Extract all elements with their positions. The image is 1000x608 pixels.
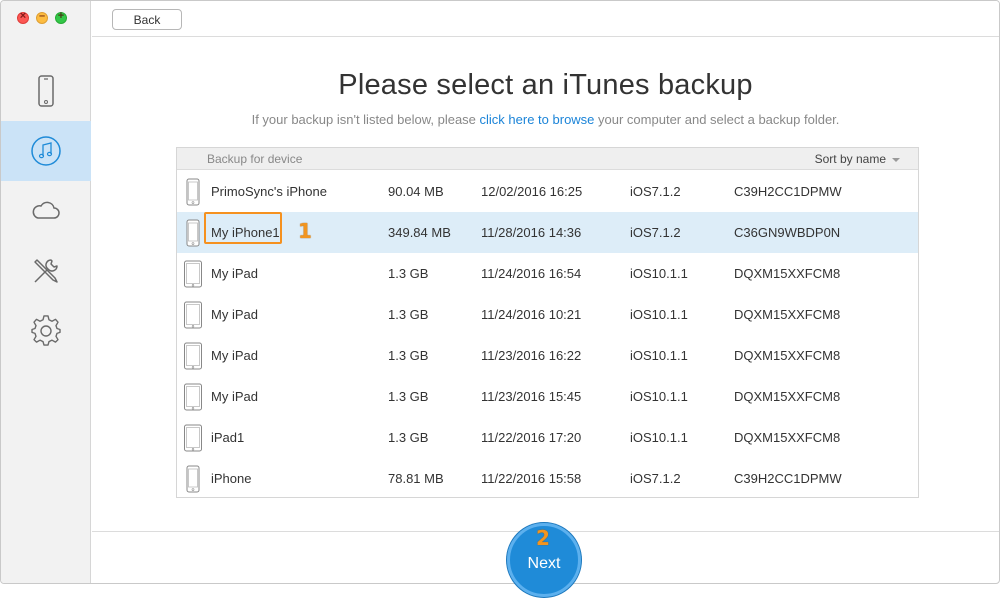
- back-button[interactable]: Back: [112, 9, 182, 30]
- sidebar-item-settings[interactable]: [1, 301, 91, 361]
- backup-date: 11/23/2016 16:22: [481, 348, 582, 363]
- iphone-icon: [186, 178, 200, 206]
- table-row[interactable]: PrimoSync's iPhone 90.04 MB 12/02/2016 16:…: [177, 171, 918, 212]
- device-name: My iPad: [211, 307, 258, 322]
- device-id: C36GN9WBDP0N: [734, 225, 841, 240]
- backup-size: 1.3 GB: [388, 389, 429, 404]
- close-window-button[interactable]: [17, 10, 29, 24]
- sidebar-item-itunes[interactable]: [1, 121, 91, 181]
- backup-date: 11/28/2016 14:36: [481, 225, 582, 240]
- sort-label: Sort by name: [814, 152, 886, 166]
- table-row[interactable]: iPad1 1.3 GB 11/22/2016 17:20 iOS10.1.1 DQXM…: [177, 417, 918, 458]
- backup-size: 349.84 MB: [388, 225, 451, 240]
- table-row[interactable]: My iPhone1 349.84 MB 11/28/2016 14:36 iOS7.…: [177, 212, 918, 253]
- sort-dropdown[interactable]: Sort by name: [815, 152, 900, 166]
- annotation-highlight-box: [204, 212, 282, 244]
- caret-down-icon: [892, 157, 900, 162]
- device-name: My iPad: [211, 389, 258, 404]
- backup-date: 11/23/2016 15:45: [481, 389, 582, 404]
- sidebar-item-tools[interactable]: [1, 241, 91, 301]
- sidebar: [1, 1, 91, 583]
- ios-version: iOS10.1.1: [630, 307, 688, 322]
- music-note-icon: [31, 136, 61, 166]
- ipad-icon: [184, 424, 202, 452]
- toolbar: Back: [92, 1, 999, 37]
- sidebar-item-icloud[interactable]: [1, 181, 91, 241]
- phone-icon: [38, 75, 54, 107]
- ipad-icon: [184, 342, 202, 370]
- backup-date: 11/24/2016 10:21: [481, 307, 582, 322]
- backup-date: 11/22/2016 15:58: [481, 471, 582, 486]
- device-id: C39H2CC1DPMW: [734, 471, 842, 486]
- annotation-step-1: 1: [298, 219, 312, 243]
- browse-link[interactable]: click here to browse: [480, 112, 595, 127]
- device-id: DQXM15XXFCM8: [734, 348, 841, 363]
- iphone-icon: [186, 465, 200, 493]
- ios-version: iOS7.1.2: [630, 225, 681, 240]
- ipad-icon: [184, 260, 202, 288]
- backup-table: Backup for device Sort by name PrimoSync…: [176, 147, 919, 498]
- maximize-window-button[interactable]: [55, 10, 67, 24]
- ipad-icon: [184, 301, 202, 329]
- device-id: DQXM15XXFCM8: [734, 307, 841, 322]
- ios-version: iOS10.1.1: [630, 266, 688, 281]
- device-name: PrimoSync's iPhone: [211, 184, 327, 199]
- backup-size: 90.04 MB: [388, 184, 444, 199]
- sidebar-item-device[interactable]: [1, 61, 91, 121]
- ios-version: iOS7.1.2: [630, 471, 681, 486]
- annotation-step-2: 2: [536, 526, 550, 550]
- ios-version: iOS10.1.1: [630, 389, 688, 404]
- device-name: My iPad: [211, 348, 258, 363]
- table-row[interactable]: iPhone 78.81 MB 11/22/2016 15:58 iOS7.1.2 C3…: [177, 458, 918, 499]
- subtitle-text-after: your computer and select a backup folder…: [594, 112, 840, 127]
- ios-version: iOS10.1.1: [630, 348, 688, 363]
- cloud-icon: [32, 201, 60, 219]
- backup-size: 1.3 GB: [388, 266, 429, 281]
- page-title: Please select an iTunes backup: [338, 69, 753, 101]
- backup-date: 12/02/2016 16:25: [481, 184, 583, 199]
- table-row[interactable]: My iPad 1.3 GB 11/24/2016 10:21 iOS10.1.1 DQ…: [177, 294, 918, 335]
- backup-size: 1.3 GB: [388, 307, 429, 322]
- window-controls: [17, 10, 67, 24]
- subtitle-text-before: If your backup isn't listed below, pleas…: [251, 112, 480, 127]
- gear-icon: [31, 315, 61, 346]
- ios-version: iOS7.1.2: [630, 184, 681, 199]
- minimize-window-button[interactable]: [36, 10, 48, 24]
- backup-size: 78.81 MB: [388, 471, 444, 486]
- table-row[interactable]: My iPad 1.3 GB 11/23/2016 16:22 iOS10.1.1 DQ…: [177, 335, 918, 376]
- backup-date: 11/22/2016 17:20: [481, 430, 582, 445]
- backup-date: 11/24/2016 16:54: [481, 266, 582, 281]
- device-name: iPad1: [211, 430, 245, 445]
- iphone-icon: [186, 219, 200, 247]
- table-header: Backup for device Sort by name: [177, 148, 918, 170]
- tools-icon: [34, 259, 58, 283]
- column-header-device: Backup for device: [207, 152, 303, 166]
- page-subtitle: If your backup isn't listed below, pleas…: [92, 112, 999, 127]
- device-name: iPhone: [211, 471, 252, 486]
- backup-size: 1.3 GB: [388, 430, 429, 445]
- device-id: C39H2CC1DPMW: [734, 184, 842, 199]
- device-id: DQXM15XXFCM8: [734, 430, 841, 445]
- ios-version: iOS10.1.1: [630, 430, 688, 445]
- table-row[interactable]: My iPad 1.3 GB 11/24/2016 16:54 iOS10.1.1 DQ…: [177, 253, 918, 294]
- table-row[interactable]: My iPad 1.3 GB 11/23/2016 15:45 iOS10.1.1 DQ…: [177, 376, 918, 417]
- ipad-icon: [184, 383, 202, 411]
- device-name: My iPad: [211, 266, 258, 281]
- backup-size: 1.3 GB: [388, 348, 429, 363]
- device-id: DQXM15XXFCM8: [734, 266, 841, 281]
- device-id: DQXM15XXFCM8: [734, 389, 841, 404]
- app-window: Back Please select an iTunes backup If y…: [0, 0, 1000, 584]
